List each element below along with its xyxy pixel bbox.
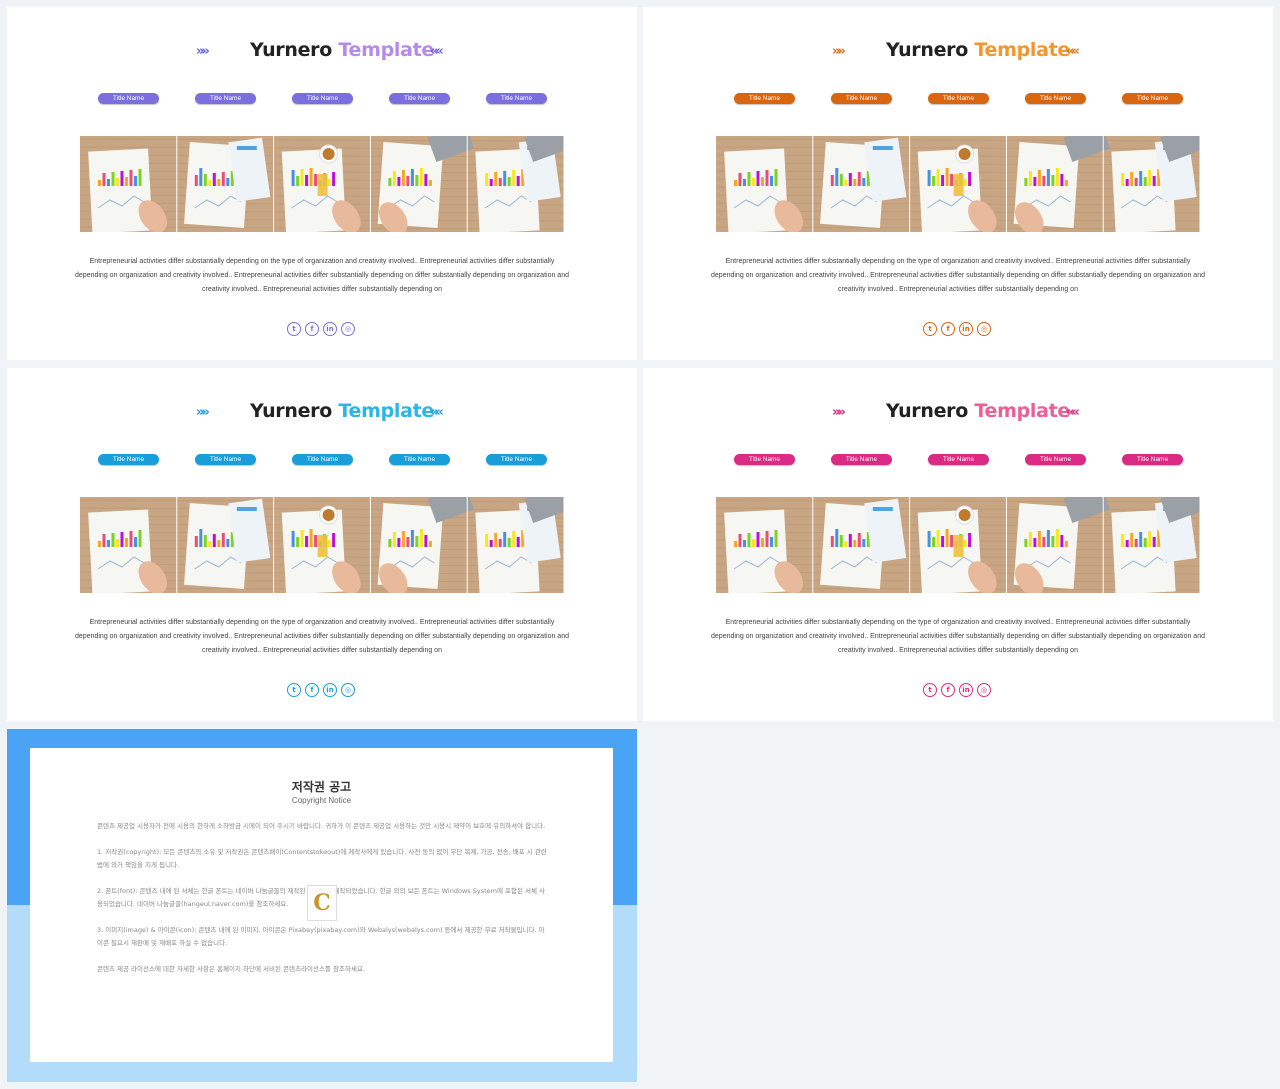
instagram-icon[interactable]: ◎ [341, 322, 355, 336]
slide-header: »» Yurnero Template «« [643, 39, 1273, 65]
instagram-icon[interactable]: ◎ [977, 322, 991, 336]
title-pills: Title Name Title Name Title Name Title Name… [98, 454, 548, 465]
title-main: Yurnero [886, 400, 969, 422]
copyright-paragraph: 콘텐츠 제공업 시용자가 전에 시용의 한하게 소하방금 시에이 되어 주시기 … [97, 822, 546, 830]
chevron-right-icon: »» [196, 44, 210, 59]
social-links: t f in ◎ [923, 322, 1003, 336]
linkedin-icon[interactable]: in [959, 322, 973, 336]
description-text: Entrepreneurial activities differ substa… [711, 258, 1205, 293]
photo-strip [80, 497, 564, 593]
copyright-subtitle: Copyright Notice [291, 796, 352, 805]
twitter-icon[interactable]: t [287, 683, 301, 697]
title-main: Yurnero [250, 39, 333, 61]
title-pill[interactable]: Title Name [98, 454, 159, 465]
title-pill[interactable]: Title Name [928, 93, 989, 104]
title-pill[interactable]: Title Name [292, 454, 353, 465]
title-pill[interactable]: Title Name [734, 454, 795, 465]
title-pill[interactable]: Title Name [389, 93, 450, 104]
title-pills: Title Name Title Name Title Name Title Name… [734, 93, 1184, 104]
title-pill[interactable]: Title Name [389, 454, 450, 465]
copyright-title: 저작권 공고 [291, 780, 352, 794]
title-pill[interactable]: Title Name [195, 454, 256, 465]
description-text: Entrepreneurial activities differ substa… [75, 258, 569, 293]
copyright-slide: 저작권 공고 Copyright Notice 콘텐츠 제공업 시용자가 전에 … [7, 729, 637, 1082]
title-pills: Title Name Title Name Title Name Title Name… [98, 93, 548, 104]
slide-title: Yurnero Template [886, 400, 1070, 422]
twitter-icon[interactable]: t [287, 322, 301, 336]
template-slide-blue: »» Yurnero Template «« Title Name Title Name… [7, 368, 637, 721]
copyright-card: 저작권 공고 Copyright Notice 콘텐츠 제공업 시용자가 전에 … [30, 748, 613, 1062]
linkedin-icon[interactable]: in [323, 683, 337, 697]
template-slide-orange: »» Yurnero Template «« Title Name Title Name… [643, 7, 1273, 360]
facebook-icon[interactable]: f [305, 683, 319, 697]
title-accent: Template [974, 39, 1070, 61]
copyright-paragraph: 3. 이미지(image) & 아이콘(icon): 콘텐츠 내에 된 이미지,… [97, 926, 545, 947]
slide-title: Yurnero Template [886, 39, 1070, 61]
title-pill[interactable]: Title Name [1122, 93, 1183, 104]
title-pills: Title Name Title Name Title Name Title Name… [734, 454, 1184, 465]
slide-header: »» Yurnero Template «« [7, 39, 637, 65]
title-accent: Template [338, 400, 434, 422]
chevron-left-icon: «« [430, 405, 444, 420]
chevron-left-icon: «« [1066, 405, 1080, 420]
slide-header: »» Yurnero Template «« [643, 400, 1273, 426]
chevron-left-icon: «« [1066, 44, 1080, 59]
chevron-right-icon: »» [832, 44, 846, 59]
instagram-icon[interactable]: ◎ [977, 683, 991, 697]
title-pill[interactable]: Title Name [292, 93, 353, 104]
title-pill[interactable]: Title Name [486, 93, 547, 104]
facebook-icon[interactable]: f [941, 322, 955, 336]
chevron-right-icon: »» [832, 405, 846, 420]
description-text: Entrepreneurial activities differ substa… [75, 619, 569, 654]
title-pill[interactable]: Title Name [195, 93, 256, 104]
title-pill[interactable]: Title Name [98, 93, 159, 104]
twitter-icon[interactable]: t [923, 683, 937, 697]
facebook-icon[interactable]: f [305, 322, 319, 336]
title-pill[interactable]: Title Name [831, 93, 892, 104]
template-slide-pink: »» Yurnero Template «« Title Name Title Name… [643, 368, 1273, 721]
slide-title: Yurnero Template [250, 400, 434, 422]
chevron-right-icon: »» [196, 405, 210, 420]
facebook-icon[interactable]: f [941, 683, 955, 697]
social-links: t f in ◎ [287, 322, 367, 336]
title-pill[interactable]: Title Name [1025, 454, 1086, 465]
twitter-icon[interactable]: t [923, 322, 937, 336]
photo-strip [716, 497, 1200, 593]
title-pill[interactable]: Title Name [928, 454, 989, 465]
linkedin-icon[interactable]: in [959, 683, 973, 697]
social-links: t f in ◎ [923, 683, 1003, 697]
description-text: Entrepreneurial activities differ substa… [711, 619, 1205, 654]
slide-title: Yurnero Template [250, 39, 434, 61]
photo-strip [716, 136, 1200, 232]
copyright-paragraph: 콘텐츠 제공 라이선스에 대한 자세한 사항은 홈페이지 하단에 서비된 콘텐츠… [97, 965, 365, 973]
slide-header: »» Yurnero Template «« [7, 400, 637, 426]
linkedin-icon[interactable]: in [323, 322, 337, 336]
chevron-left-icon: «« [430, 44, 444, 59]
title-pill[interactable]: Title Name [831, 454, 892, 465]
title-accent: Template [338, 39, 434, 61]
title-pill[interactable]: Title Name [486, 454, 547, 465]
title-main: Yurnero [250, 400, 333, 422]
watermark-logo: C [307, 885, 337, 921]
copyright-paragraph: 1. 저작권(copyright): 모든 콘텐츠의 소유 및 저작권은 콘텐츠… [97, 848, 547, 869]
template-slide-purple: »» Yurnero Template «« Title Name Title Name… [7, 7, 637, 360]
instagram-icon[interactable]: ◎ [341, 683, 355, 697]
photo-strip [80, 136, 564, 232]
title-pill[interactable]: Title Name [1122, 454, 1183, 465]
social-links: t f in ◎ [287, 683, 367, 697]
title-pill[interactable]: Title Name [734, 93, 795, 104]
title-main: Yurnero [886, 39, 969, 61]
title-accent: Template [974, 400, 1070, 422]
title-pill[interactable]: Title Name [1025, 93, 1086, 104]
